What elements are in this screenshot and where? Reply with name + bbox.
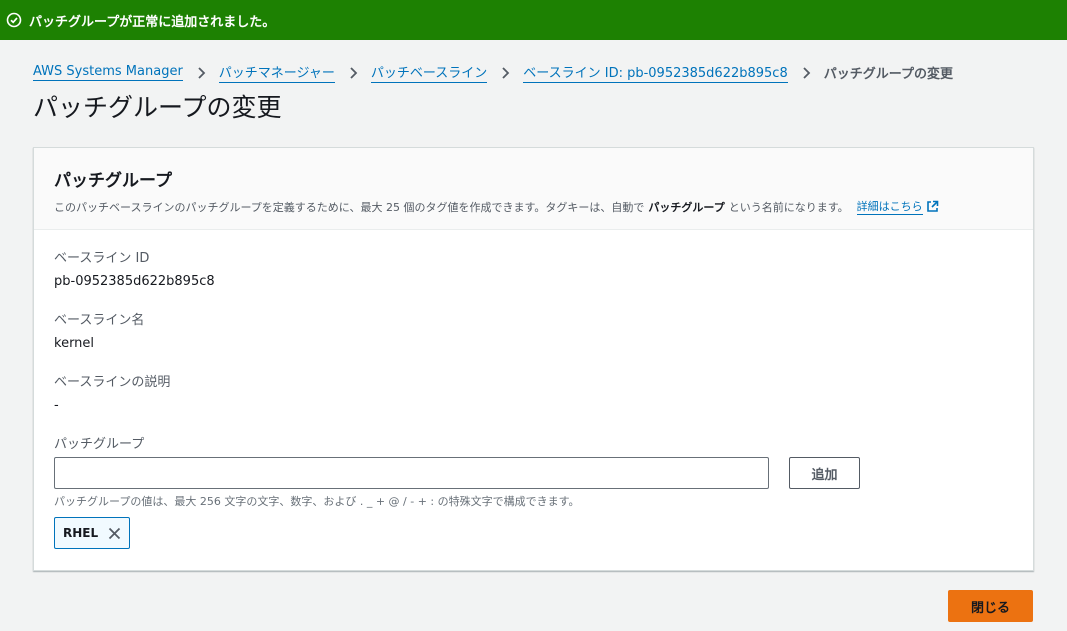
learn-more-link[interactable]: 詳細はこちら <box>856 198 923 215</box>
baseline-description-value: - <box>54 398 59 413</box>
baseline-description-label: ベースラインの説明 <box>54 375 171 390</box>
card-header: パッチグループ このパッチベースラインのパッチグループを定義するために、最大 2… <box>34 148 1033 230</box>
success-flash-banner: パッチグループが正常に追加されました。 <box>0 0 1067 40</box>
patch-group-input[interactable] <box>54 457 769 489</box>
token-label: RHEL <box>63 526 99 540</box>
breadcrumb-current: パッチグループの変更 <box>823 67 953 82</box>
patch-group-card: パッチグループ このパッチベースラインのパッチグループを定義するために、最大 2… <box>33 147 1034 571</box>
baseline-name-value: kernel <box>54 336 95 351</box>
breadcrumb-item-baseline-id[interactable]: ベースライン ID: pb-0952385d622b895c8 <box>523 62 788 83</box>
breadcrumb-item-systems-manager[interactable]: AWS Systems Manager <box>33 64 183 81</box>
card-description-text: このパッチベースラインのパッチグループを定義するために、最大 25 個のタグ値を… <box>54 200 645 214</box>
chevron-right-icon <box>500 66 510 79</box>
card-description-suffix: という名前になります。 <box>728 200 849 214</box>
chevron-right-icon <box>348 66 358 79</box>
baseline-description-field: ベースラインの説明 - <box>54 371 170 413</box>
add-button[interactable]: 追加 <box>789 457 860 489</box>
check-circle-icon <box>6 12 22 28</box>
patch-group-field: パッチグループ <box>54 433 144 452</box>
breadcrumb-item-patch-baselines[interactable]: パッチベースライン <box>370 62 488 83</box>
patch-group-label: パッチグループ <box>54 437 145 452</box>
close-icon[interactable] <box>108 527 121 540</box>
external-link-icon[interactable] <box>926 200 939 213</box>
page-title: パッチグループの変更 <box>33 93 282 122</box>
patch-group-hint: パッチグループの値は、最大 256 文字の文字、数字、および . _ + @ /… <box>54 495 580 508</box>
baseline-id-value: pb-0952385d622b895c8 <box>54 274 215 289</box>
patch-group-token: RHEL <box>54 517 131 549</box>
chevron-right-icon <box>801 66 811 79</box>
flash-message: パッチグループが正常に追加されました。 <box>29 14 276 30</box>
baseline-id-label: ベースライン ID <box>54 251 150 266</box>
baseline-name-field: ベースライン名 kernel <box>54 309 144 351</box>
baseline-id-field: ベースライン ID pb-0952385d622b895c8 <box>54 247 215 289</box>
breadcrumb: AWS Systems Manager パッチマネージャー パッチベースライン … <box>33 62 953 83</box>
card-title: パッチグループ <box>54 171 172 191</box>
chevron-right-icon <box>196 66 206 79</box>
breadcrumb-item-patch-manager[interactable]: パッチマネージャー <box>218 62 335 83</box>
baseline-name-label: ベースライン名 <box>54 313 145 328</box>
card-description: このパッチベースラインのパッチグループを定義するために、最大 25 個のタグ値を… <box>54 198 1013 215</box>
card-description-bold: パッチグループ <box>648 200 725 214</box>
close-button[interactable]: 閉じる <box>948 590 1033 622</box>
